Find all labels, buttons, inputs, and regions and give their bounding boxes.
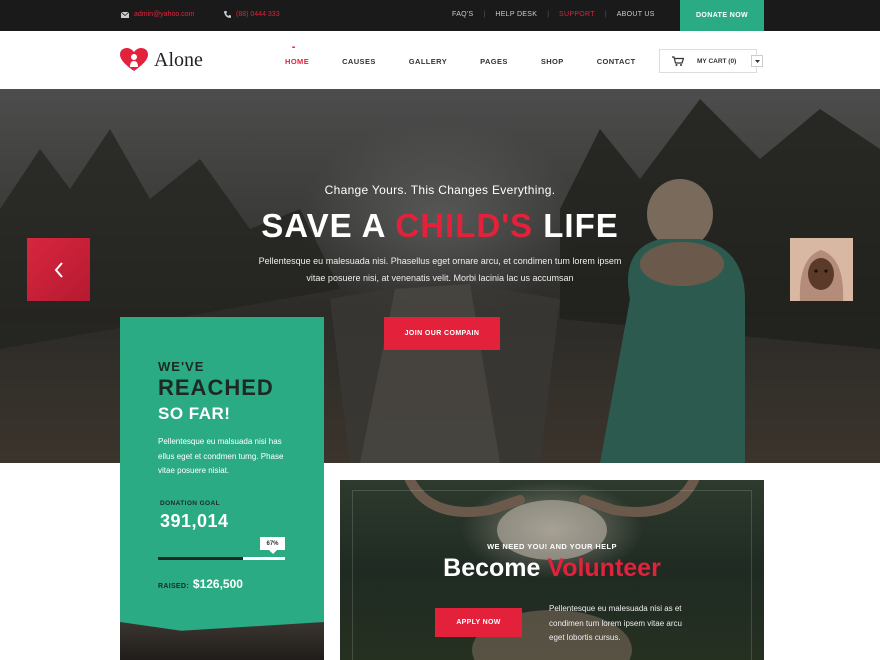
nav-shop[interactable]: SHOP bbox=[541, 57, 564, 66]
hero-description: Pellentesque eu malesuada nisi. Phasellu… bbox=[258, 256, 622, 283]
previous-slide-button[interactable] bbox=[27, 238, 90, 301]
main-nav: HOME CAUSES GALLERY PAGES SHOP CONTACT bbox=[285, 45, 669, 66]
email-text: admin@yahoo.com bbox=[134, 11, 195, 18]
hero-title: SAVE A CHILD'S LIFE bbox=[0, 207, 880, 245]
divider: | bbox=[547, 11, 550, 18]
caret-down-icon bbox=[754, 59, 760, 63]
hero-title-part1: SAVE A bbox=[261, 207, 396, 244]
raised-amount: RAISED: $126,500 bbox=[158, 577, 243, 591]
site-logo[interactable]: Alone bbox=[120, 48, 203, 72]
progress-bar-fill bbox=[158, 557, 244, 560]
raised-label: RAISED: bbox=[158, 583, 189, 590]
cart-dropdown-toggle[interactable] bbox=[751, 55, 763, 67]
next-slide-thumbnail[interactable] bbox=[790, 238, 853, 301]
child-portrait-image bbox=[790, 238, 853, 301]
reached-description: Pellentesque eu malsuada nisi has ellus … bbox=[158, 437, 284, 475]
progress-percent-badge: 67% bbox=[260, 537, 285, 554]
nav-gallery[interactable]: GALLERY bbox=[409, 57, 447, 66]
volunteer-title: Become Volunteer bbox=[340, 554, 764, 583]
divider: | bbox=[604, 11, 607, 18]
donation-progress-card: WE'VE REACHED SO FAR! Pellentesque eu ma… bbox=[120, 317, 324, 660]
nav-pages[interactable]: PAGES bbox=[480, 57, 508, 66]
hero-title-part2: LIFE bbox=[533, 207, 619, 244]
top-link-faqs[interactable]: FAQ'S bbox=[452, 11, 474, 18]
nav-home[interactable]: HOME bbox=[285, 45, 309, 66]
divider: | bbox=[483, 11, 486, 18]
email-contact[interactable]: admin@yahoo.com bbox=[121, 11, 194, 18]
top-links: FAQ'S | HELP DESK | SUPPORT | ABOUT US bbox=[452, 11, 655, 18]
reached-line-3: SO FAR! bbox=[158, 404, 231, 423]
mail-icon bbox=[121, 11, 129, 18]
reached-line-1: WE'VE bbox=[158, 359, 205, 374]
phone-text: (88) 0444 333 bbox=[236, 11, 280, 18]
cart-button[interactable]: MY CART (0) bbox=[659, 49, 757, 73]
nav-contact[interactable]: CONTACT bbox=[597, 57, 636, 66]
raised-value: $126,500 bbox=[192, 577, 243, 591]
volunteer-tagline: WE NEED YOU! AND YOUR HELP bbox=[487, 542, 617, 551]
hero-title-highlight: CHILD'S bbox=[395, 207, 534, 244]
apply-now-button[interactable]: APPLY NOW bbox=[435, 608, 522, 637]
cart-icon bbox=[672, 56, 684, 66]
volunteer-banner: WE NEED YOU! AND YOUR HELP Become Volunt… bbox=[340, 480, 764, 660]
main-header: Alone HOME CAUSES GALLERY PAGES SHOP CON… bbox=[0, 31, 880, 89]
chevron-left-icon bbox=[54, 261, 63, 278]
top-link-about-us[interactable]: ABOUT US bbox=[617, 11, 655, 18]
top-link-help-desk[interactable]: HELP DESK bbox=[495, 11, 537, 18]
top-link-support[interactable]: SUPPORT bbox=[559, 11, 595, 18]
heart-logo-icon bbox=[120, 48, 148, 71]
join-campaign-button[interactable]: JOIN OUR COMPAIN bbox=[384, 317, 500, 350]
phone-contact[interactable]: (88) 0444 333 bbox=[224, 11, 280, 18]
donation-goal-label: DONATION GOAL bbox=[160, 500, 220, 507]
hero-tagline: Change Yours. This Changes Everything. bbox=[324, 183, 556, 197]
donation-goal-value: 391,014 bbox=[160, 511, 229, 531]
phone-icon bbox=[224, 11, 231, 18]
reached-line-2: REACHED bbox=[158, 375, 274, 400]
volunteer-description: Pellentesque eu malesuada nisi as et con… bbox=[549, 604, 682, 642]
card-bottom-image bbox=[120, 622, 324, 660]
volunteer-title-part1: Become bbox=[443, 554, 548, 582]
top-bar: admin@yahoo.com (88) 0444 333 FAQ'S | HE… bbox=[0, 0, 880, 31]
volunteer-title-highlight: Volunteer bbox=[547, 554, 661, 582]
logo-text: Alone bbox=[154, 48, 203, 71]
donate-now-button[interactable]: DONATE NOW bbox=[680, 0, 764, 31]
nav-causes[interactable]: CAUSES bbox=[342, 57, 376, 66]
cart-label: MY CART (0) bbox=[697, 57, 737, 65]
progress-bar bbox=[158, 557, 285, 560]
